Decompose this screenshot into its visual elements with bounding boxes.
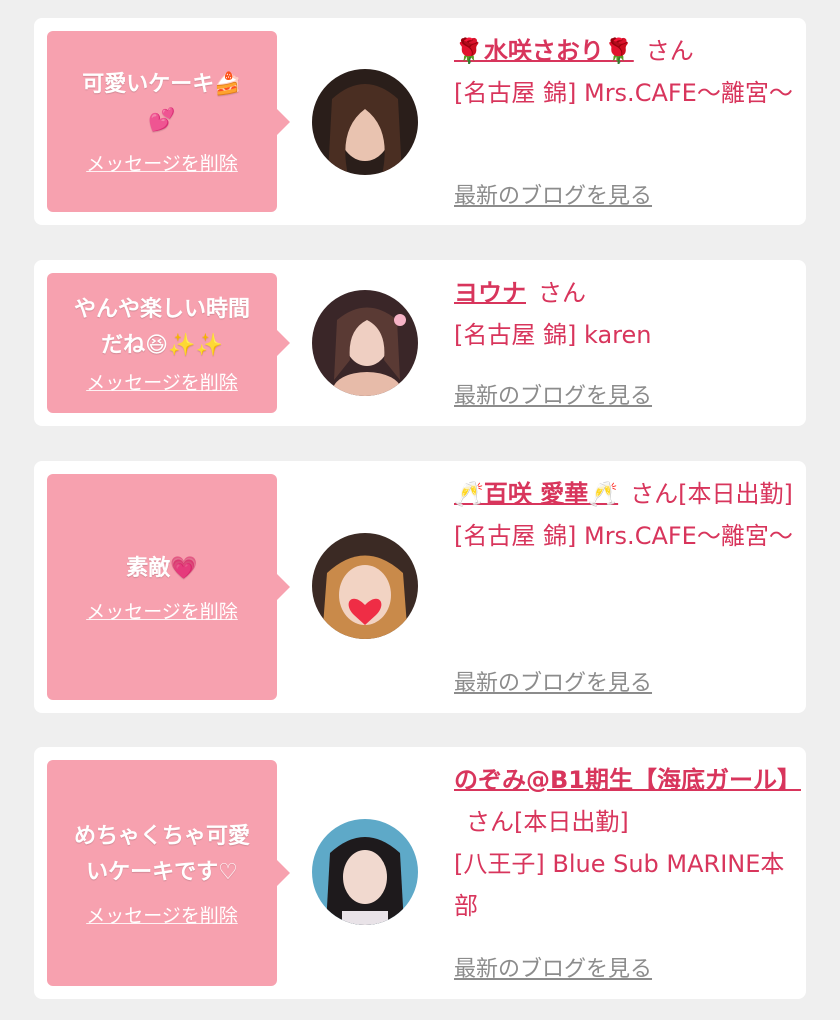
shop-info: [名古屋 錦] karen <box>454 321 652 349</box>
girl-name-link[interactable]: ヨウナ <box>454 279 526 307</box>
message-line: 素敵💗 <box>126 555 198 581</box>
delete-message-link[interactable]: メッセージを削除 <box>86 368 238 395</box>
latest-blog-link[interactable]: 最新のブログを見る <box>454 951 652 983</box>
message-bubble: 可愛いケーキ🍰 💕 メッセージを削除 <box>47 31 290 212</box>
latest-blog-link[interactable]: 最新のブログを見る <box>454 665 652 697</box>
profile-info: 🥂百咲 愛華🥂 さん[本日出勤] [名古屋 錦] Mrs.CAFE〜離宮〜 <box>454 473 799 557</box>
message-card: やんや楽しい時間 だね😆✨✨ メッセージを削除 ヨウナ さん [名古屋 錦] ka… <box>34 260 806 426</box>
shop-info: [名古屋 錦] Mrs.CAFE〜離宮〜 <box>454 522 793 550</box>
profile-info: のぞみ@B1期生【海底ガール】さん[本日出勤] [八王子] Blue Sub M… <box>454 759 801 927</box>
avatar[interactable] <box>312 69 418 175</box>
avatar[interactable] <box>312 533 418 639</box>
girl-name-link[interactable]: 🌹水咲さおり🌹 <box>454 37 634 65</box>
latest-blog-link[interactable]: 最新のブログを見る <box>454 378 652 410</box>
message-line: やんや楽しい時間 <box>73 296 250 322</box>
message-text: 可愛いケーキ🍰 💕 <box>72 67 251 139</box>
delete-message-link[interactable]: メッセージを削除 <box>86 149 238 176</box>
message-line: 可愛いケーキ🍰 <box>82 72 242 97</box>
delete-message-link[interactable]: メッセージを削除 <box>86 901 238 928</box>
message-card: 可愛いケーキ🍰 💕 メッセージを削除 🌹水咲さおり🌹 さん [名古屋 錦] Mrs… <box>34 18 806 225</box>
status-text: [本日出勤] <box>678 480 793 508</box>
honorific: さん <box>538 279 586 307</box>
message-text: めちゃくちゃ可愛 いケーキです♡ <box>64 819 260 891</box>
honorific: さん <box>630 480 679 508</box>
avatar[interactable] <box>312 290 418 396</box>
message-line: めちゃくちゃ可愛 <box>73 823 250 849</box>
message-card: 素敵💗 メッセージを削除 🥂百咲 愛華🥂 さん[本日出勤] [名古屋 錦] Mrs… <box>34 461 806 713</box>
message-bubble: やんや楽しい時間 だね😆✨✨ メッセージを削除 <box>47 273 290 413</box>
honorific: さん <box>645 37 694 65</box>
honorific: さん <box>466 808 514 836</box>
girl-name-link[interactable]: 🥂百咲 愛華🥂 <box>454 480 618 508</box>
message-line: いケーキです♡ <box>86 859 238 885</box>
message-line: 💕 <box>148 108 176 133</box>
message-text: やんや楽しい時間 だね😆✨✨ <box>64 292 260 364</box>
message-bubble: めちゃくちゃ可愛 いケーキです♡ メッセージを削除 <box>47 760 290 986</box>
girl-name-link[interactable]: のぞみ@B1期生【海底ガール】 <box>454 766 801 794</box>
delete-message-link[interactable]: メッセージを削除 <box>86 597 238 624</box>
message-text: 素敵💗 <box>116 551 207 587</box>
status-text: [本日出勤] <box>514 808 629 836</box>
profile-info: 🌹水咲さおり🌹 さん [名古屋 錦] Mrs.CAFE〜離宮〜 <box>454 30 799 114</box>
message-line: だね😆✨✨ <box>101 332 223 358</box>
shop-info: [八王子] Blue Sub MARINE本部 <box>454 850 785 920</box>
avatar[interactable] <box>312 819 418 925</box>
shop-info: [名古屋 錦] Mrs.CAFE〜離宮〜 <box>454 79 793 107</box>
latest-blog-link[interactable]: 最新のブログを見る <box>454 178 652 210</box>
profile-info: ヨウナ さん [名古屋 錦] karen <box>454 272 799 356</box>
message-bubble: 素敵💗 メッセージを削除 <box>47 474 290 700</box>
message-card: めちゃくちゃ可愛 いケーキです♡ メッセージを削除 のぞみ@B1期生【海底ガール… <box>34 747 806 999</box>
